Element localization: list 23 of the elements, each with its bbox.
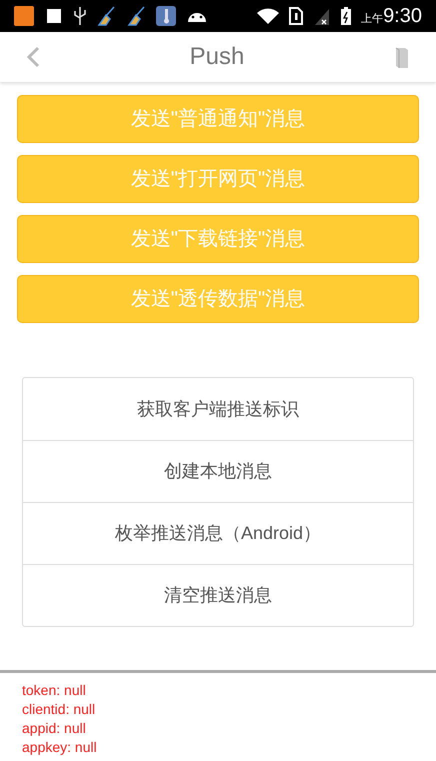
book-icon[interactable] bbox=[394, 46, 410, 68]
app-icon bbox=[14, 6, 34, 26]
list-item[interactable]: 枚举推送消息（Android） bbox=[23, 502, 413, 564]
log-line: appid: null bbox=[22, 719, 87, 738]
list-item[interactable]: 创建本地消息 bbox=[23, 440, 413, 502]
log-line: token: null bbox=[22, 681, 87, 700]
back-icon[interactable] bbox=[26, 46, 40, 68]
wifi-icon bbox=[257, 8, 280, 24]
list-item[interactable]: 清空推送消息 bbox=[23, 564, 413, 626]
thermometer-icon bbox=[156, 6, 176, 26]
list-item[interactable]: 获取客户端推送标识 bbox=[23, 378, 413, 440]
time-prefix: 上午 bbox=[361, 12, 384, 27]
page-title: Push bbox=[188, 42, 246, 72]
app-icon bbox=[44, 6, 64, 26]
clock-time: 9:30 bbox=[383, 4, 422, 29]
log-line: clientid: null bbox=[22, 700, 96, 719]
usb-icon bbox=[74, 7, 86, 25]
signal-icon bbox=[313, 7, 332, 25]
broom-icon bbox=[96, 6, 116, 26]
battery-icon bbox=[341, 7, 352, 25]
broom-icon bbox=[126, 6, 146, 26]
sim-alert-icon bbox=[289, 7, 304, 25]
log-line: appkey: null bbox=[22, 738, 98, 757]
